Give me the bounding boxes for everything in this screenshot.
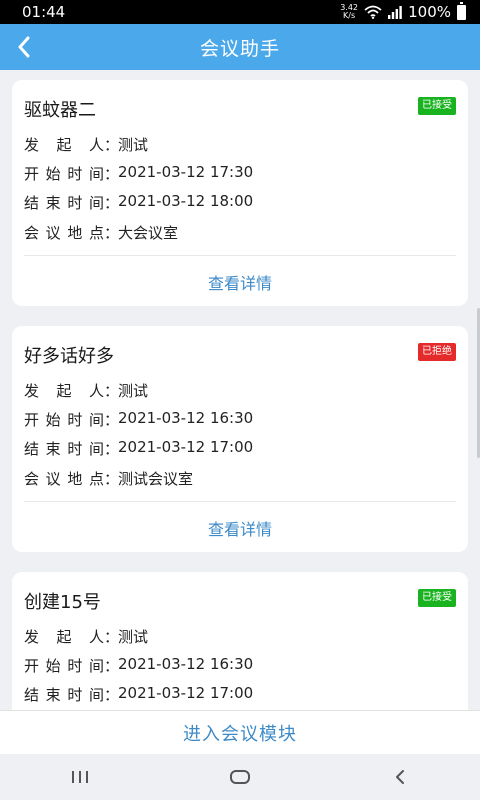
status-badge: 已拒绝: [418, 343, 456, 361]
initiator-row: 发 起 人：测试: [24, 626, 148, 647]
end-time-label: 结束时间: [24, 440, 104, 458]
end-time-row: 结束时间： 2021-03-12 17:00: [24, 684, 253, 705]
end-time-row: 结束时间： 2021-03-12 17:00: [24, 438, 253, 459]
colon: ：: [104, 657, 120, 675]
start-time-label: 开始时间: [24, 165, 104, 183]
meeting-card[interactable]: 好多话好多 已拒绝 发 起 人：测试 开始时间： 2021-03-12 16:30…: [12, 326, 468, 552]
colon: ：: [104, 686, 120, 704]
location-row: 会议地点：测试会议室: [24, 468, 193, 489]
enter-meeting-module-button[interactable]: 进入会议模块: [0, 710, 480, 754]
start-time-value: 2021-03-12 16:30: [118, 409, 254, 427]
home-icon: [230, 770, 250, 784]
colon: ：: [104, 628, 120, 646]
view-details-button[interactable]: 查看详情: [12, 270, 468, 294]
location-value: 测试会议室: [118, 470, 194, 488]
meeting-title: 创建15号: [24, 592, 101, 613]
system-nav-bar: [0, 754, 480, 800]
meeting-card[interactable]: 驱蚊器二 已接受 发 起 人：测试 开始时间： 2021-03-12 17:30 …: [12, 80, 468, 306]
start-time-label: 开始时间: [24, 657, 104, 675]
initiator-label: 发 起 人: [24, 628, 104, 646]
colon: ：: [104, 382, 120, 400]
end-time-label: 结束时间: [24, 194, 104, 212]
status-icons: 3.42 K/s 100%: [340, 1, 466, 21]
start-time-value: 2021-03-12 17:30: [118, 163, 254, 181]
end-time-value: 2021-03-12 17:00: [118, 684, 254, 702]
nav-back-icon: [396, 770, 404, 784]
initiator-value: 测试: [118, 382, 149, 400]
back-button[interactable]: [8, 31, 40, 63]
end-time-value: 2021-03-12 18:00: [118, 192, 254, 210]
initiator-value: 测试: [118, 628, 149, 646]
location-label: 会议地点: [24, 470, 104, 488]
end-time-label: 结束时间: [24, 686, 104, 704]
battery-percentage: 100%: [408, 3, 451, 21]
battery-icon: [457, 1, 466, 20]
meeting-title: 驱蚊器二: [24, 100, 96, 121]
initiator-value: 测试: [118, 136, 149, 154]
wifi-icon: [364, 5, 382, 19]
divider: [24, 501, 456, 502]
colon: ：: [104, 440, 120, 458]
status-time: 01:44: [22, 3, 66, 21]
colon: ：: [104, 136, 120, 154]
start-time-value: 2021-03-12 16:30: [118, 655, 254, 673]
colon: ：: [104, 224, 120, 242]
colon: ：: [104, 194, 120, 212]
view-details-button[interactable]: 查看详情: [12, 516, 468, 540]
initiator-row: 发 起 人：测试: [24, 134, 148, 155]
colon: ：: [104, 470, 120, 488]
colon: ：: [104, 165, 120, 183]
meeting-title: 好多话好多: [24, 346, 114, 367]
start-time-row: 开始时间： 2021-03-12 16:30: [24, 655, 253, 676]
status-badge: 已接受: [418, 97, 456, 115]
end-time-row: 结束时间： 2021-03-12 18:00: [24, 192, 253, 213]
start-time-row: 开始时间： 2021-03-12 16:30: [24, 409, 253, 430]
start-time-label: 开始时间: [24, 411, 104, 429]
initiator-row: 发 起 人：测试: [24, 380, 148, 401]
meeting-list[interactable]: 驱蚊器二 已接受 发 起 人：测试 开始时间： 2021-03-12 17:30 …: [0, 70, 480, 710]
initiator-label: 发 起 人: [24, 382, 104, 400]
meeting-card[interactable]: 创建15号 已接受 发 起 人：测试 开始时间： 2021-03-12 16:30…: [12, 572, 468, 710]
signal-icon: [388, 5, 402, 19]
status-badge: 已接受: [418, 589, 456, 607]
end-time-value: 2021-03-12 17:00: [118, 438, 254, 456]
colon: ：: [104, 411, 120, 429]
page-title: 会议助手: [199, 37, 280, 60]
location-value: 大会议室: [118, 224, 179, 242]
recent-apps-icon: [72, 771, 88, 783]
start-time-row: 开始时间： 2021-03-12 17:30: [24, 163, 253, 184]
app-bar: 会议助手: [0, 24, 480, 70]
divider: [24, 255, 456, 256]
nav-back-button[interactable]: [380, 757, 420, 797]
status-bar: 01:44 3.42 K/s 100%: [0, 0, 480, 24]
home-button[interactable]: [220, 757, 260, 797]
network-speed: 3.42 K/s: [340, 3, 359, 20]
recent-apps-button[interactable]: [60, 757, 100, 797]
initiator-label: 发 起 人: [24, 136, 104, 154]
location-label: 会议地点: [24, 224, 104, 242]
back-arrow-icon: [18, 36, 30, 58]
location-row: 会议地点：大会议室: [24, 222, 178, 243]
